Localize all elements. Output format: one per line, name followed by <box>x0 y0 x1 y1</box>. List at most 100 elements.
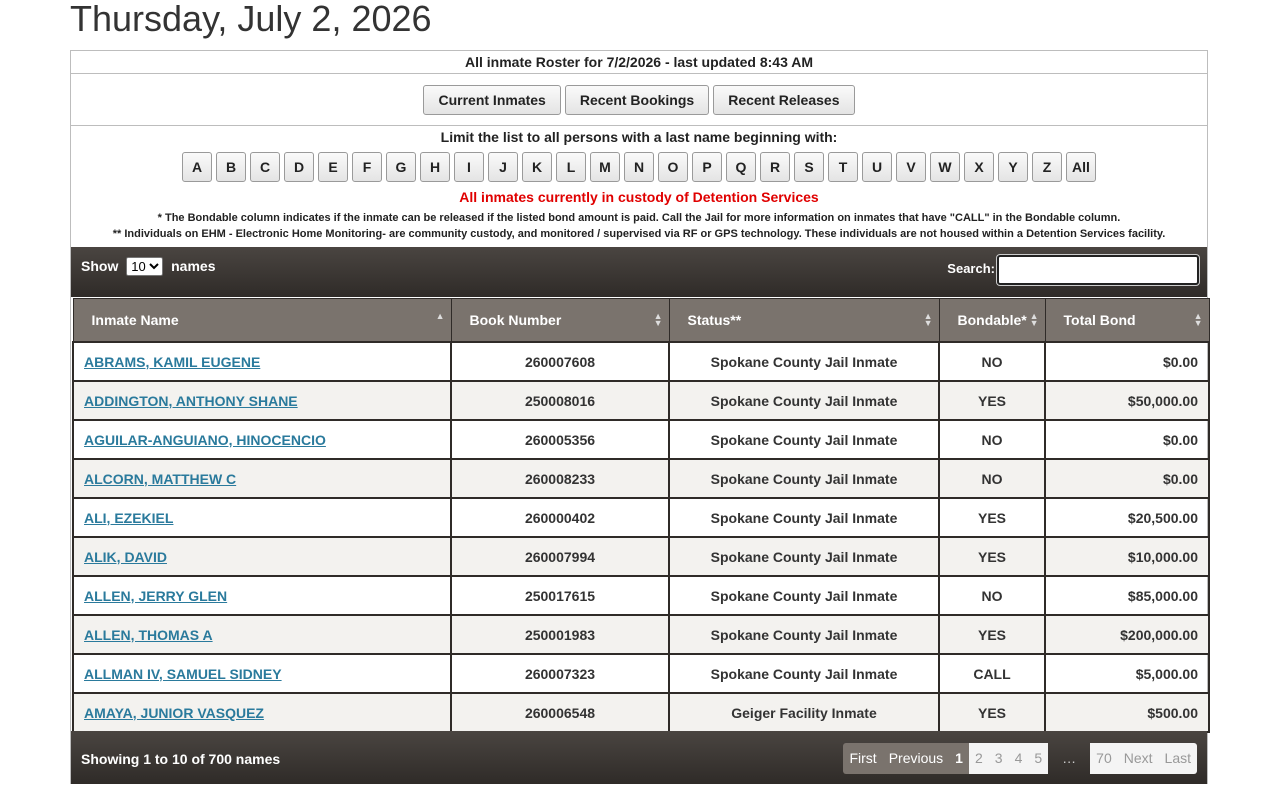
bondable-note: * The Bondable column indicates if the i… <box>157 212 1121 224</box>
page-5-button[interactable]: 5 <box>1028 743 1049 774</box>
inmate-name-link[interactable]: ALCORN, MATTHEW C <box>84 471 236 487</box>
letter-filter-label: Limit the list to all persons with a las… <box>440 129 838 145</box>
bondable-cell: YES <box>938 692 1046 733</box>
letter-filter-y-button[interactable]: Y <box>998 152 1028 182</box>
inmate-name-cell: ALLEN, THOMAS A <box>72 614 452 655</box>
page-70-button[interactable]: 70 <box>1090 743 1118 774</box>
book-number-cell: 260006548 <box>450 692 670 733</box>
letter-filter-m-button[interactable]: M <box>590 152 620 182</box>
status-cell: Spokane County Jail Inmate <box>668 575 940 616</box>
sort-both-icon: ▲ ▼ <box>1029 311 1039 328</box>
letter-filter-z-button[interactable]: Z <box>1032 152 1062 182</box>
letter-filter-q-button[interactable]: Q <box>726 152 756 182</box>
inmate-name-link[interactable]: ALI, EZEKIEL <box>84 510 173 526</box>
table-row: AMAYA, JUNIOR VASQUEZ 260006548 Geiger Fac… <box>72 692 1210 733</box>
total-bond-cell: $85,000.00 <box>1044 575 1210 616</box>
table-row: ALI, EZEKIEL 260000402 Spokane County Jail… <box>72 497 1210 538</box>
total-bond-cell: $500.00 <box>1044 692 1210 733</box>
ehm-note: ** Individuals on EHM - Electronic Home … <box>112 228 1166 240</box>
letter-filter-n-button[interactable]: N <box>624 152 654 182</box>
inmate-name-cell: AMAYA, JUNIOR VASQUEZ <box>72 692 452 733</box>
status-cell: Spokane County Jail Inmate <box>668 419 940 460</box>
letter-filter-b-button[interactable]: B <box>216 152 246 182</box>
bondable-cell: NO <box>938 458 1046 499</box>
bondable-cell: YES <box>938 536 1046 577</box>
show-label: Show <box>81 258 119 274</box>
book-number-cell: 260000402 <box>450 497 670 538</box>
inmate-name-cell: AGUILAR-ANGUIANO, HINOCENCIO <box>72 419 452 460</box>
inmate-name-link[interactable]: AMAYA, JUNIOR VASQUEZ <box>84 705 264 721</box>
letter-filter-all-button[interactable]: All <box>1066 152 1096 182</box>
letter-filter-e-button[interactable]: E <box>318 152 348 182</box>
page-length-select[interactable]: 10 <box>126 257 164 276</box>
letter-filter-r-button[interactable]: R <box>760 152 790 182</box>
letter-filter-t-button[interactable]: T <box>828 152 858 182</box>
roster-nav-buttons: Current Inmates Recent Bookings Recent R… <box>71 74 1207 126</box>
column-header-total-bond[interactable]: Total Bond ▲ ▼ <box>1044 298 1210 343</box>
column-header-inmate-name[interactable]: Inmate Name ▲ <box>72 298 452 343</box>
table-info: Showing 1 to 10 of 700 names <box>81 751 281 767</box>
roster-panel: All inmate Roster for 7/2/2026 - last up… <box>70 50 1210 784</box>
table-row: AGUILAR-ANGUIANO, HINOCENCIO 260005356 Spo… <box>72 419 1210 460</box>
inmate-name-link[interactable]: ALLMAN IV, SAMUEL SIDNEY <box>84 666 282 682</box>
page-1-button[interactable]: 1 <box>949 743 969 774</box>
search-input[interactable] <box>997 255 1199 285</box>
current-inmates-button[interactable]: Current Inmates <box>423 84 561 115</box>
letter-filter-f-button[interactable]: F <box>352 152 382 182</box>
book-number-cell: 250017615 <box>450 575 670 616</box>
inmate-name-link[interactable]: ABRAMS, KAMIL EUGENE <box>84 354 260 370</box>
letter-filter-k-button[interactable]: K <box>522 152 552 182</box>
table-footer: Showing 1 to 10 of 700 names First Previ… <box>71 731 1207 784</box>
total-bond-cell: $20,500.00 <box>1044 497 1210 538</box>
first-page-button[interactable]: First <box>843 743 883 774</box>
inmate-name-cell: ADDINGTON, ANTHONY SHANE <box>72 380 452 421</box>
page-2-button[interactable]: 2 <box>968 743 989 774</box>
bondable-cell: NO <box>938 419 1046 460</box>
bondable-cell: CALL <box>938 653 1046 694</box>
pagination: First Previous 1 2 3 4 5 … 70 Next Last <box>843 743 1197 774</box>
inmate-name-link[interactable]: ALLEN, JERRY GLEN <box>84 588 227 604</box>
recent-bookings-button[interactable]: Recent Bookings <box>564 84 710 115</box>
letter-filter-o-button[interactable]: O <box>658 152 688 182</box>
bondable-cell: YES <box>938 497 1046 538</box>
roster-updated-line: All inmate Roster for 7/2/2026 - last up… <box>71 51 1207 74</box>
letter-filter-v-button[interactable]: V <box>896 152 926 182</box>
letter-filter-g-button[interactable]: G <box>386 152 416 182</box>
inmate-name-link[interactable]: ADDINGTON, ANTHONY SHANE <box>84 393 298 409</box>
inmate-name-link[interactable]: ALIK, DAVID <box>84 549 167 565</box>
last-page-button[interactable]: Last <box>1158 743 1197 774</box>
inmate-name-cell: ALLEN, JERRY GLEN <box>72 575 452 616</box>
table-toolbar: Show 10 names Search: <box>71 247 1207 297</box>
letter-filter-x-button[interactable]: X <box>964 152 994 182</box>
page-3-button[interactable]: 3 <box>988 743 1009 774</box>
page-length-control: Show 10 names <box>81 257 215 276</box>
inmate-name-cell: ABRAMS, KAMIL EUGENE <box>72 341 452 382</box>
recent-releases-button[interactable]: Recent Releases <box>713 84 855 115</box>
next-page-button[interactable]: Next <box>1117 743 1159 774</box>
letter-filter-i-button[interactable]: I <box>454 152 484 182</box>
sort-both-icon: ▲ ▼ <box>653 311 663 328</box>
letter-filter-h-button[interactable]: H <box>420 152 450 182</box>
letter-filter-w-button[interactable]: W <box>930 152 960 182</box>
letter-filter-u-button[interactable]: U <box>862 152 892 182</box>
letter-filter-j-button[interactable]: J <box>488 152 518 182</box>
letter-filter-c-button[interactable]: C <box>250 152 280 182</box>
letter-filter-s-button[interactable]: S <box>794 152 824 182</box>
letter-filter-p-button[interactable]: P <box>692 152 722 182</box>
previous-page-button[interactable]: Previous <box>882 743 950 774</box>
inmate-name-link[interactable]: AGUILAR-ANGUIANO, HINOCENCIO <box>84 432 326 448</box>
inmate-name-link[interactable]: ALLEN, THOMAS A <box>84 627 213 643</box>
table-row: ABRAMS, KAMIL EUGENE 260007608 Spokane Cou… <box>72 341 1210 382</box>
column-header-book-number[interactable]: Book Number ▲ ▼ <box>450 298 670 343</box>
status-cell: Spokane County Jail Inmate <box>668 341 940 382</box>
inmate-name-cell: ALCORN, MATTHEW C <box>72 458 452 499</box>
bondable-cell: YES <box>938 380 1046 421</box>
book-number-cell: 260007608 <box>450 341 670 382</box>
page-4-button[interactable]: 4 <box>1008 743 1029 774</box>
letter-filter-l-button[interactable]: L <box>556 152 586 182</box>
letter-filter-d-button[interactable]: D <box>284 152 314 182</box>
letter-filter-a-button[interactable]: A <box>182 152 212 182</box>
column-header-status[interactable]: Status** ▲ ▼ <box>668 298 940 343</box>
status-cell: Spokane County Jail Inmate <box>668 380 940 421</box>
column-header-bondable[interactable]: Bondable* ▲ ▼ <box>938 298 1046 343</box>
